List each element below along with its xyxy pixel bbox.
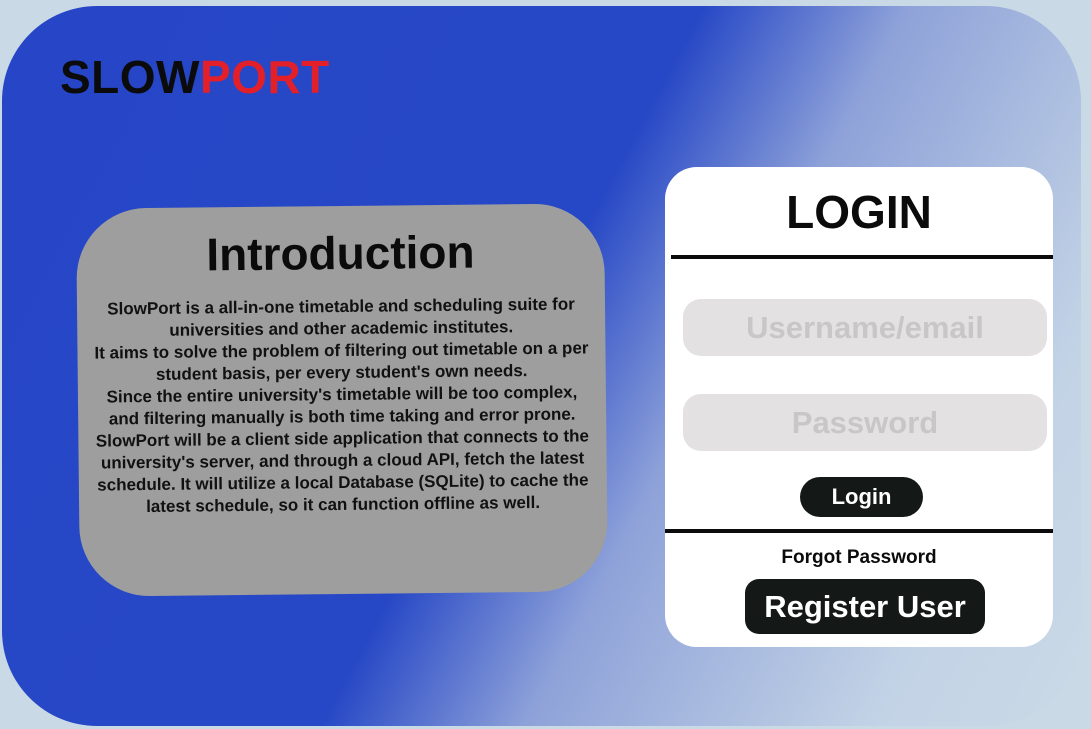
login-title-divider — [671, 255, 1053, 259]
login-title: LOGIN — [786, 186, 932, 238]
introduction-title: Introduction — [206, 225, 475, 281]
introduction-paragraph: SlowPort is a all-in-one timetable and s… — [107, 294, 575, 340]
introduction-paragraph: Since the entire university's timetable … — [106, 382, 578, 429]
introduction-panel: Introduction SlowPort is a all-in-one ti… — [75, 203, 609, 597]
login-button[interactable]: Login — [800, 477, 923, 517]
username-input[interactable] — [683, 299, 1047, 356]
brand-logo-part-port: PORT — [199, 51, 330, 103]
brand-logo-part-slow: SLOW — [60, 51, 200, 103]
introduction-body: SlowPort is a all-in-one timetable and s… — [93, 293, 591, 518]
login-section-divider — [665, 529, 1053, 533]
password-input[interactable] — [683, 394, 1047, 451]
register-user-button[interactable]: Register User — [745, 579, 985, 634]
forgot-password-link[interactable]: Forgot Password — [665, 547, 1053, 569]
introduction-paragraph: SlowPort will be a client side applicati… — [95, 426, 590, 517]
brand-logo: SLOWPORT — [60, 54, 330, 100]
login-panel: LOGIN Login Forgot Password Register Use… — [665, 167, 1053, 647]
introduction-paragraph: It aims to solve the problem of filterin… — [94, 338, 589, 384]
